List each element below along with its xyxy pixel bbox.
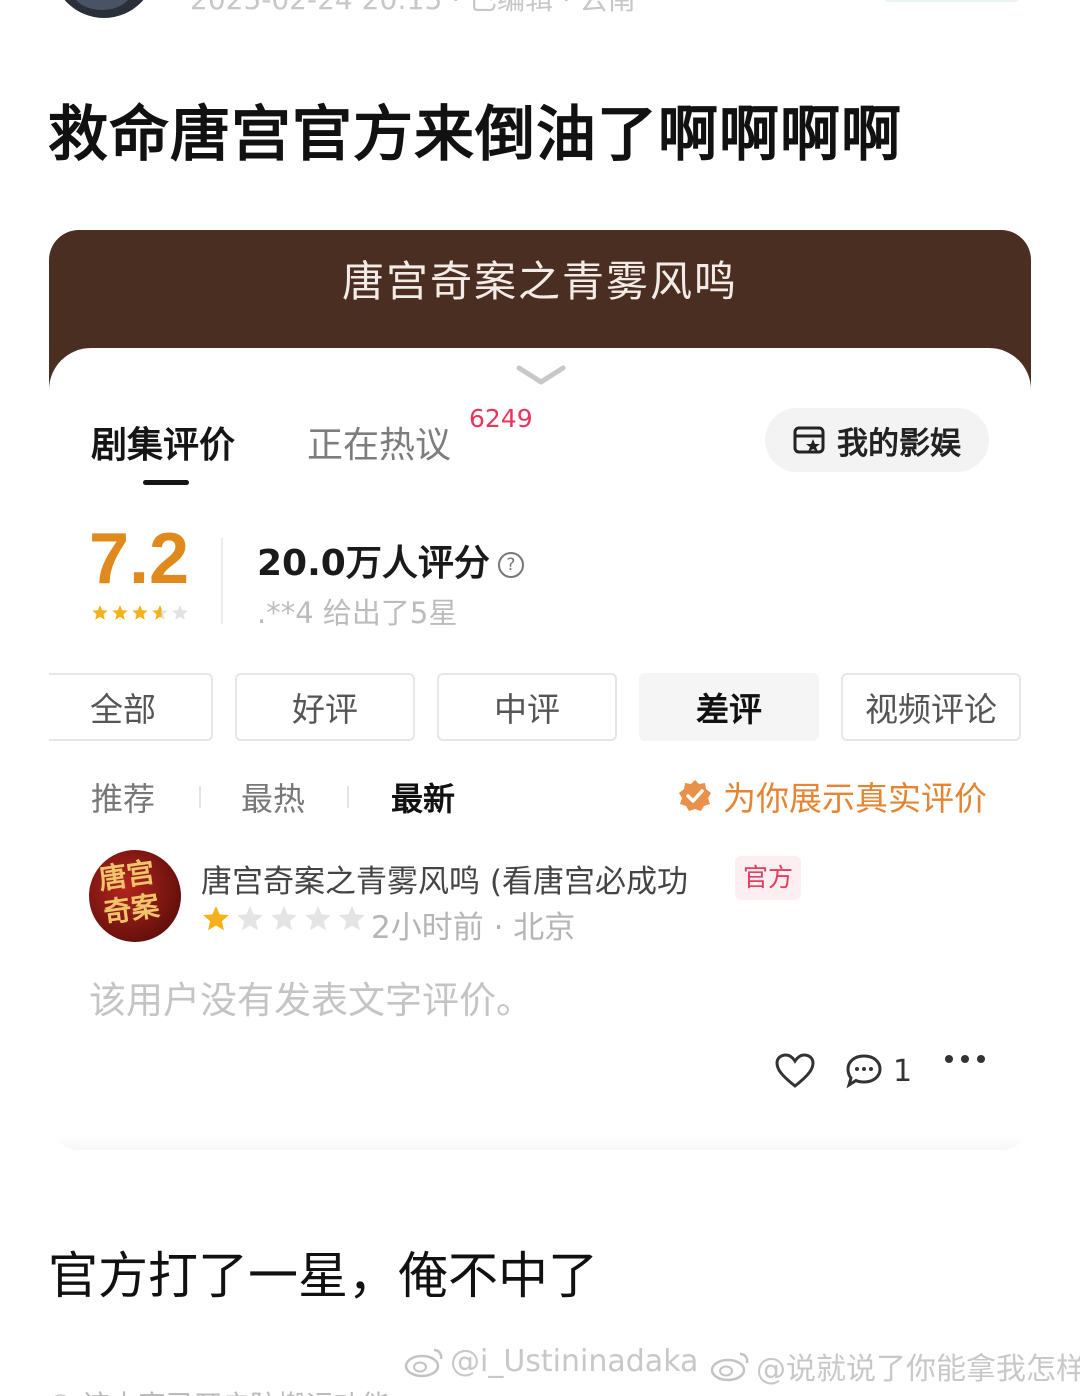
official-badge: 官方 <box>735 856 802 900</box>
comment-bubble-icon <box>846 1054 882 1089</box>
review-panel: 剧集评价 正在热议 6249 我的影娱 7.2 20.0万人评分? .**4 给… <box>49 348 1031 1150</box>
my-entertainment-button[interactable]: 我的影娱 <box>765 408 989 472</box>
post-caption: 官方打了一星，俺不中了 <box>48 1247 598 1305</box>
divider <box>347 786 349 808</box>
weibo-icon <box>710 1352 749 1382</box>
comment-count: 1 <box>893 1053 913 1089</box>
real-reviews-label: 为你展示真实评价 <box>723 779 987 818</box>
review-time-location: 2小时前 · 北京 <box>371 910 576 946</box>
review-content: 该用户没有发表文字评价。 <box>89 979 533 1022</box>
rating-star-icon <box>112 605 128 620</box>
rating-score: 7.2 <box>89 519 190 599</box>
watermark: @说就说了你能拿我怎样 <box>710 1344 1080 1388</box>
hot-discussion-count: 6249 <box>469 404 533 433</box>
rating-star-icon <box>172 605 188 620</box>
sort-hottest[interactable]: 最热 <box>241 774 305 820</box>
rating-star-icon <box>152 605 168 620</box>
review-star-icon <box>339 905 365 931</box>
real-reviews-notice: 为你展示真实评价 <box>677 772 987 820</box>
rating-subtext: .**4 给出了5星 <box>257 596 458 630</box>
watermark-text: @i_Ustininadaka <box>450 1344 699 1379</box>
rating-count-text: 20.0万人评分 <box>257 543 490 584</box>
question-circle-icon[interactable]: ? <box>497 552 524 578</box>
review-star-icon <box>271 905 297 931</box>
filter-tabs: 全部 好评 中评 差评 视频评论 <box>49 673 1021 741</box>
review-star-icon <box>305 905 331 931</box>
my-entertainment-label: 我的影娱 <box>837 425 961 462</box>
tab-series-review[interactable]: 剧集评价 <box>91 416 235 468</box>
repost-protection-notice: ② 该内容已开启防搬运功能 <box>48 1384 390 1396</box>
review-star-icon <box>237 905 263 931</box>
watermark-text: @说就说了你能拿我怎样 <box>756 1352 1080 1387</box>
reviewer-avatar[interactable]: 唐宫奇案 <box>89 850 181 942</box>
watermark: @i_Ustininadaka <box>404 1344 698 1379</box>
tab-active-indicator <box>143 480 189 485</box>
rating-star-icon <box>92 605 108 620</box>
divider <box>199 786 201 808</box>
panel-bottom-shadow <box>49 1136 1031 1150</box>
weibo-icon <box>404 1348 443 1377</box>
review-stars <box>201 904 367 934</box>
post-meta: 2025-02-24 20:15 · 已编辑 · 云南 <box>190 0 636 18</box>
filter-negative[interactable]: 差评 <box>639 673 819 741</box>
ticket-star-icon <box>793 426 825 454</box>
filter-all[interactable]: 全部 <box>49 673 213 741</box>
sort-recommended[interactable]: 推荐 <box>91 774 155 820</box>
divider <box>221 538 223 624</box>
more-dots-icon <box>945 1055 985 1063</box>
filter-video-reviews[interactable]: 视频评论 <box>841 673 1021 741</box>
sort-newest[interactable]: 最新 <box>391 774 455 820</box>
rating-count: 20.0万人评分? <box>257 534 524 586</box>
rating-stars <box>91 604 189 622</box>
follow-button[interactable] <box>882 0 1022 2</box>
embedded-screenshot[interactable]: 唐宫奇案之青雾风鸣 剧集评价 正在热议 6249 我的影娱 7.2 20.0万人… <box>49 230 1031 1150</box>
reviewer-avatar-logo: 唐宫奇案 <box>96 855 162 930</box>
reviewer-name[interactable]: 唐宫奇案之青雾风鸣 (看唐宫必成功 <box>201 856 688 901</box>
author-avatar[interactable] <box>52 0 156 18</box>
verified-badge-icon <box>679 780 711 811</box>
filter-positive[interactable]: 好评 <box>235 673 415 741</box>
show-title: 唐宫奇案之青雾风鸣 <box>341 257 738 306</box>
heart-icon <box>775 1053 815 1088</box>
tab-hot-discussion[interactable]: 正在热议 <box>307 416 451 468</box>
comment-button[interactable]: 1 <box>845 1053 912 1089</box>
like-button[interactable] <box>775 1053 815 1089</box>
chevron-down-icon[interactable] <box>515 362 567 388</box>
filter-neutral[interactable]: 中评 <box>437 673 617 741</box>
post-title: 救命唐宫官方来倒油了啊啊啊啊 <box>48 100 902 170</box>
review-star-icon <box>203 905 229 931</box>
rating-star-icon <box>132 605 148 620</box>
more-button[interactable] <box>943 1053 987 1065</box>
